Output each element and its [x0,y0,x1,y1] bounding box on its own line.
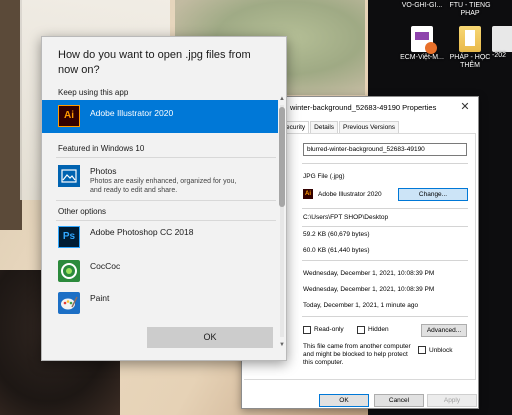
desktop-icon-label: PHÁP - HỌC THÊM [449,54,491,69]
open-with-heading: How do you want to open .jpg files from … [58,49,251,76]
coccoc-icon [58,260,80,282]
app-name: Adobe Illustrator 2020 [90,108,174,118]
app-description: Photos are easily enhanced, organized fo… [90,178,237,194]
featured-label: Featured in Windows 10 [58,144,145,153]
app-name: Adobe Photoshop CC 2018 [90,227,194,237]
hidden-label: Hidden [368,326,389,333]
divider [302,163,468,164]
document-icon [411,26,437,54]
app-item-photos[interactable]: Photos Photos are easily enhanced, organ… [42,160,278,198]
modified-value: Wednesday, December 1, 2021, 10:08:39 PM [303,286,435,293]
paint-icon [58,292,80,314]
photoshop-icon: Ps [58,226,80,248]
tab-previous-versions[interactable]: Previous Versions [339,121,400,133]
advanced-button[interactable]: Advanced... [421,324,467,337]
change-button[interactable]: Change... [398,188,468,201]
other-options-label: Other options [58,207,107,216]
location-value: C:\Users\FPT SHOP\Desktop [303,214,389,221]
tab-security[interactable]: ecurity [286,121,310,133]
unblock-label: Unblock [429,347,453,354]
desktop-icon-phap-hoc-them[interactable]: PHÁP - HỌC THÊM [448,26,492,70]
folder-icon [459,26,481,52]
app-item-coccoc[interactable]: CocCoc [42,255,278,288]
desktop-icon-partial[interactable]: -202 [492,26,512,60]
desktop-icon-vo-ghi[interactable]: VO-GHI-GI... [400,2,444,10]
divider [302,208,468,209]
app-name: Photos [90,166,117,176]
app-item-illustrator[interactable]: Ai Adobe Illustrator 2020 [42,100,278,133]
properties-apply-button[interactable]: Apply [427,394,477,407]
filename-field[interactable]: blurred-winter-background_52683-49190 [303,143,467,156]
file-icon [492,26,512,52]
properties-tabs: ecurity Details Previous Versions [286,121,400,133]
desktop-icon-label: ECM-Việt-M... [400,54,444,61]
desktop-icon-label: -202 [492,52,507,59]
app-item-photoshop[interactable]: Ps Adobe Photoshop CC 2018 [42,221,278,254]
divider [302,226,468,227]
properties-ok-button[interactable]: OK [319,394,369,407]
properties-cancel-button[interactable]: Cancel [374,394,424,407]
app-name: CocCoc [90,261,121,271]
accessed-value: Today, December 1, 2021, 1 minute ago [303,302,419,309]
desktop-icon-label: FTU - TIENG PHAP [449,2,491,17]
photos-icon [58,165,80,187]
close-icon[interactable]: ✕ [458,100,472,114]
divider [302,316,468,317]
opens-with-value: Adobe Illustrator 2020 [318,191,382,198]
scroll-thumb[interactable] [279,107,285,207]
size-on-disk-value: 60.0 KB (61,440 bytes) [303,247,370,254]
app-item-paint[interactable]: Paint [42,287,278,320]
scroll-down-icon[interactable]: ▼ [278,341,286,349]
desktop-icon-ecm-viet[interactable]: ECM-Việt-M... [400,26,444,62]
illustrator-icon: Ai [58,105,80,127]
readonly-label: Read-only [314,326,344,333]
keep-using-label: Keep using this app [58,88,129,97]
size-value: 59.2 KB (60,679 bytes) [303,231,370,238]
divider [302,260,468,261]
desktop-icon-ftu-tieng-phap[interactable]: FTU - TIENG PHAP [448,2,492,18]
unblock-checkbox[interactable] [418,346,426,354]
created-value: Wednesday, December 1, 2021, 10:08:39 PM [303,270,435,277]
hidden-checkbox[interactable] [357,326,365,334]
security-note: This file came from another computer and… [303,343,411,366]
file-type-value: JPG File (.jpg) [303,173,345,180]
app-list-scrollbar[interactable]: ▲ ▼ [278,95,286,349]
divider [56,157,276,158]
divider [56,200,276,201]
readonly-checkbox[interactable] [303,326,311,334]
app-name: Paint [90,293,110,303]
open-with-ok-button[interactable]: OK [147,327,273,348]
scroll-up-icon[interactable]: ▲ [278,95,286,103]
tab-details[interactable]: Details [310,121,339,133]
illustrator-icon: Ai [303,189,313,199]
desktop-icon-label: VO-GHI-GI... [401,2,443,9]
wallpaper-frame [0,0,22,230]
open-with-dialog: How do you want to open .jpg files from … [41,36,287,361]
